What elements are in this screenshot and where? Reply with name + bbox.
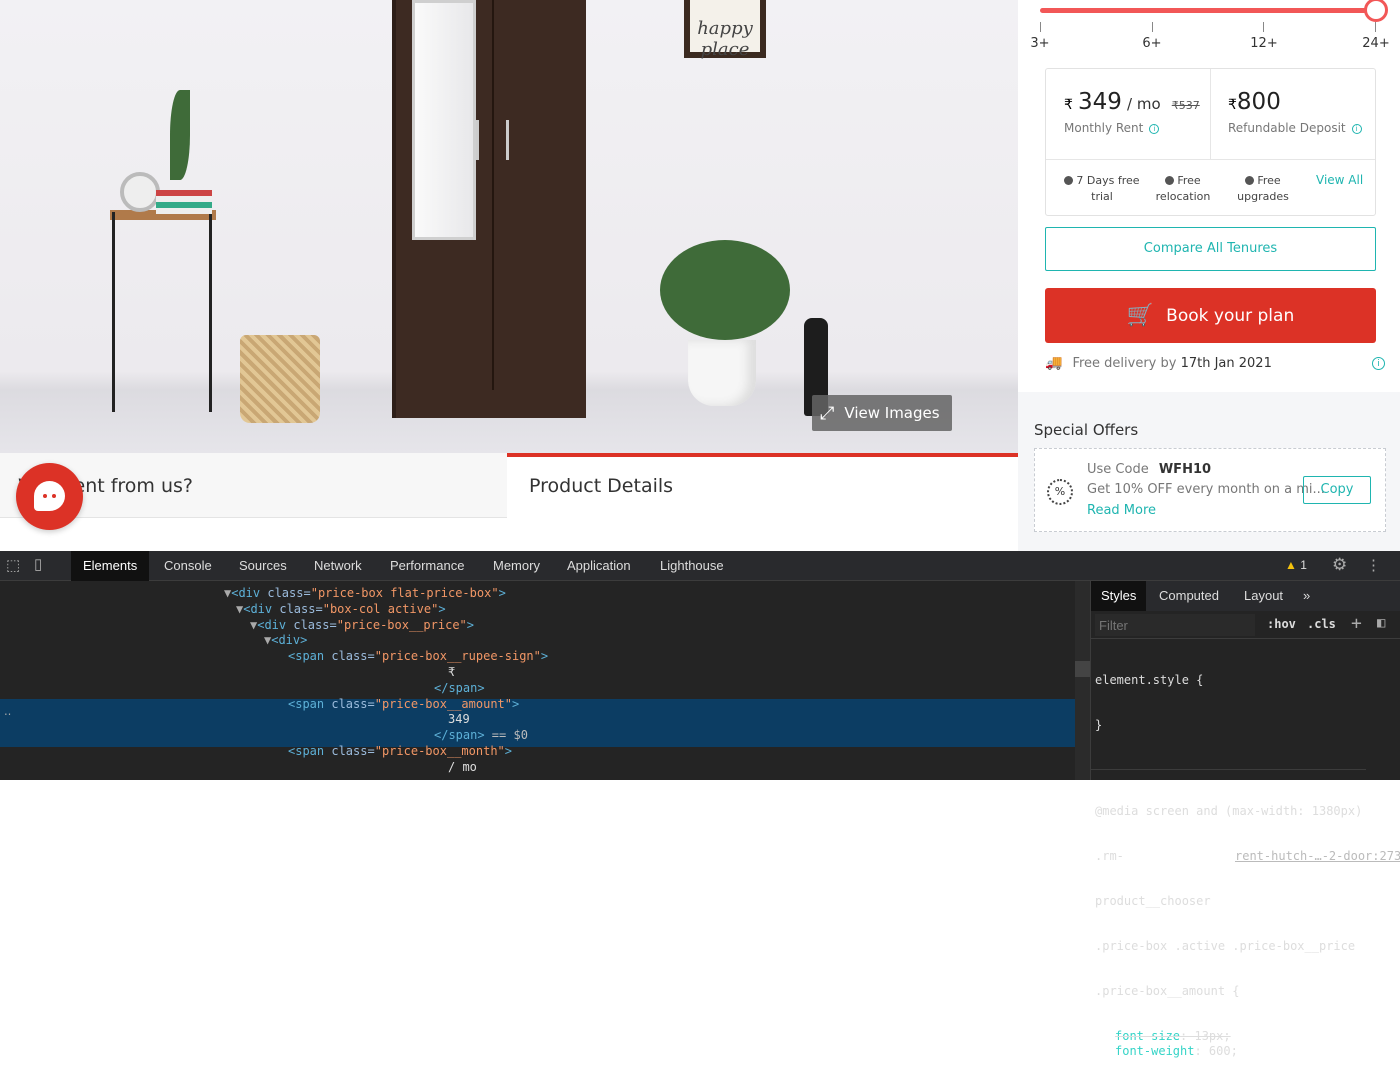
tab-elements[interactable]: Elements <box>71 551 150 581</box>
tenure-tick[interactable]: 3+ <box>1030 36 1049 51</box>
dom-node[interactable]: <span class="price-box__month"> <box>0 744 548 760</box>
info-icon[interactable]: i <box>1351 123 1362 134</box>
css-property[interactable]: font-weight: 600; <box>1095 1044 1362 1059</box>
monthly-rent-amount: 349 <box>1078 89 1122 115</box>
clock <box>120 172 160 212</box>
dom-node[interactable]: </span> == $0 <box>0 728 548 744</box>
coupon-code: WFH10 <box>1158 462 1212 477</box>
settings-gear-icon[interactable]: ⚙ <box>1332 555 1347 575</box>
check-icon <box>1064 176 1074 185</box>
chat-button[interactable] <box>16 463 83 530</box>
special-offers-title: Special Offers <box>1034 421 1139 439</box>
tenure-slider[interactable] <box>1040 8 1376 13</box>
tab-computed[interactable]: Computed <box>1147 581 1231 611</box>
tab-product-details[interactable]: Product Details <box>507 453 1018 518</box>
book-plan-button[interactable]: 🛒 Book your plan <box>1045 288 1376 343</box>
chat-icon <box>34 481 65 511</box>
cart-icon: 🛒 <box>1126 303 1155 328</box>
tenure-tick[interactable]: 12+ <box>1250 36 1277 51</box>
check-icon <box>1165 176 1175 185</box>
styles-filter-input[interactable] <box>1095 614 1255 636</box>
basket <box>240 335 320 423</box>
dom-node[interactable]: ▼<div class="price-box flat-price-box"> <box>0 586 548 602</box>
more-options-icon[interactable]: ⋮ <box>1366 556 1381 574</box>
copy-code-button[interactable]: Copy <box>1303 476 1371 504</box>
price-box: ₹ 349 / mo ₹537 Monthly Rent i ₹800 Refun… <box>1045 68 1376 216</box>
warning-badge[interactable]: ▲ 1 <box>1285 558 1307 572</box>
new-rule-icon[interactable]: + <box>1351 613 1362 634</box>
css-property[interactable]: font-size: 13px; <box>1095 1029 1362 1044</box>
hov-toggle[interactable]: :hov <box>1267 617 1296 633</box>
tab-memory[interactable]: Memory <box>481 551 552 581</box>
dom-node[interactable]: 349 <box>0 712 548 728</box>
product-image[interactable]: happy place ⤢ View Images <box>0 0 1018 453</box>
check-icon <box>1245 176 1255 185</box>
dom-node[interactable]: <span class="price-box__amount"> <box>0 697 548 713</box>
scrollbar[interactable] <box>1075 581 1090 780</box>
dom-node[interactable]: / mo <box>0 760 548 776</box>
dom-node[interactable]: ▼<div> <box>0 633 548 649</box>
tab-styles[interactable]: Styles <box>1091 581 1147 611</box>
delivery-info: 🚚 Free delivery by 17th Jan 2021 i <box>1045 355 1385 371</box>
styles-pane: Styles Computed Layout » :hov .cls + ◧ e… <box>1090 581 1400 1058</box>
wardrobe <box>392 0 586 418</box>
devtools-panel: ⬚ ▯ Elements Console Sources Network Per… <box>0 551 1400 1058</box>
dom-node[interactable]: ▼<div class="price-box__price"> <box>0 618 548 634</box>
plant <box>660 240 790 340</box>
dom-tree[interactable]: ▼<div class="price-box flat-price-box"> ▼… <box>0 586 548 776</box>
tab-network[interactable]: Network <box>302 551 374 581</box>
dom-node[interactable]: <span class="price-box__rupee-sign"> <box>0 649 548 665</box>
discount-icon: % <box>1047 479 1073 505</box>
device-toolbar-icon[interactable]: ▯ <box>34 555 42 573</box>
tenure-tick[interactable]: 6+ <box>1142 36 1161 51</box>
read-more-link[interactable]: Read More <box>1087 503 1156 518</box>
tab-lighthouse[interactable]: Lighthouse <box>648 551 736 581</box>
truck-icon: 🚚 <box>1045 355 1063 371</box>
info-icon[interactable]: i <box>1149 123 1160 134</box>
view-all-link[interactable]: View All <box>1316 173 1363 187</box>
more-tabs-icon[interactable]: » <box>1291 581 1322 611</box>
tab-application[interactable]: Application <box>555 551 643 581</box>
deposit-amount: 800 <box>1236 89 1281 115</box>
view-images-button[interactable]: ⤢ View Images <box>812 395 952 431</box>
warning-icon: ▲ <box>1285 558 1297 572</box>
source-link[interactable]: rent-hutch-…-2-door:273 <box>1235 849 1400 864</box>
dom-node[interactable]: ▼<div class="box-col active"> <box>0 602 548 618</box>
tab-sources[interactable]: Sources <box>227 551 299 581</box>
tab-performance[interactable]: Performance <box>378 551 476 581</box>
inspect-element-icon[interactable]: ⬚ <box>6 556 20 574</box>
cls-toggle[interactable]: .cls <box>1307 617 1336 633</box>
wall-frame: happy place <box>684 0 766 60</box>
expand-icon: ⤢ <box>820 402 835 424</box>
info-icon[interactable]: i <box>1372 356 1385 370</box>
toggle-sidebar-icon[interactable]: ◧ <box>1377 615 1385 631</box>
tenure-tick[interactable]: 24+ <box>1362 36 1389 51</box>
compare-tenures-button[interactable]: Compare All Tenures <box>1045 227 1376 271</box>
devtools-toolbar: ⬚ ▯ Elements Console Sources Network Per… <box>0 551 1400 581</box>
tab-layout[interactable]: Layout <box>1232 581 1295 611</box>
original-price: ₹537 <box>1171 99 1200 112</box>
tab-console[interactable]: Console <box>152 551 224 581</box>
dom-node[interactable]: </span> <box>0 681 548 697</box>
dom-node[interactable]: ₹ <box>0 665 548 681</box>
offer-card: % Use Code WFH10 Get 10% OFF every month… <box>1034 448 1386 532</box>
